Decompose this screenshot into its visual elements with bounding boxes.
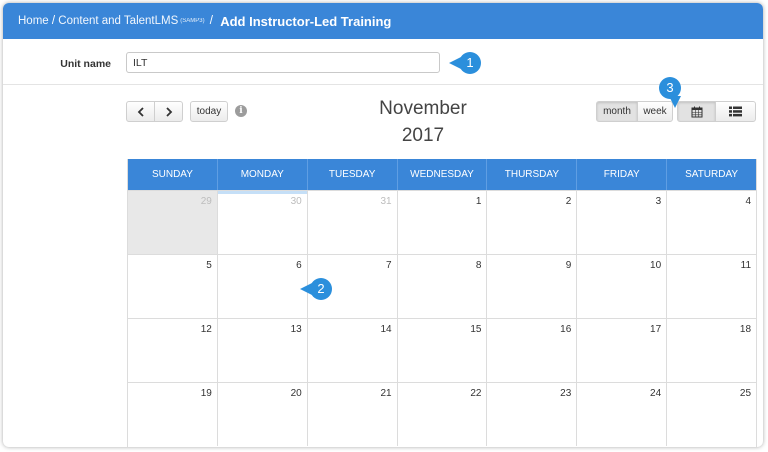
breadcrumb-separator: / — [206, 15, 217, 27]
page-title: Add Instructor-Led Training — [220, 13, 392, 29]
calendar-title: November 2017 — [373, 95, 473, 149]
callout-2: 2 — [300, 278, 332, 300]
calendar-day[interactable]: 15 — [398, 319, 488, 382]
info-icon[interactable]: i — [235, 105, 247, 117]
prev-month-button[interactable] — [126, 101, 155, 122]
calendar-day[interactable]: 10 — [577, 255, 668, 318]
calendar-day[interactable]: 8 — [398, 255, 488, 318]
unit-name-input[interactable] — [126, 52, 440, 73]
weekday-friday: FRIDAY — [577, 159, 668, 190]
weekday-sunday: SUNDAY — [128, 159, 218, 190]
calendar-day[interactable]: 16 — [487, 319, 578, 382]
calendar-day[interactable]: 31 — [308, 191, 398, 254]
calendar-week: 5 6 7 8 9 10 11 — [128, 254, 756, 318]
calendar-day[interactable]: 19 — [128, 383, 218, 446]
calendar-view-button[interactable] — [677, 101, 716, 122]
weekday-tuesday: TUESDAY — [308, 159, 398, 190]
next-month-button[interactable] — [154, 101, 183, 122]
chevron-right-icon — [165, 106, 172, 117]
calendar-day[interactable]: 29 — [128, 191, 218, 254]
calendar-day[interactable]: 17 — [577, 319, 668, 382]
calendar-day[interactable]: 30 — [217, 191, 308, 254]
calendar-day[interactable]: 22 — [398, 383, 488, 446]
unit-name-row: Unit name — [3, 39, 763, 85]
calendar-title-month: November — [379, 98, 467, 119]
calendar-title-year: 2017 — [401, 125, 445, 146]
calendar-day[interactable]: 20 — [218, 383, 308, 446]
calendar-day[interactable]: 4 — [667, 191, 756, 254]
breadcrumb-course[interactable]: Content and TalentLMS — [58, 15, 178, 27]
app-window: Home / Content and TalentLMS (SAMP3) / A… — [3, 3, 763, 447]
calendar-day[interactable]: 21 — [308, 383, 398, 446]
week-view-button[interactable]: week — [637, 101, 673, 122]
today-button[interactable]: today — [190, 101, 228, 122]
calendar-day[interactable]: 25 — [667, 383, 756, 446]
calendar-day[interactable]: 24 — [577, 383, 668, 446]
calendar-day[interactable]: 12 — [128, 319, 218, 382]
calendar-day[interactable]: 13 — [218, 319, 308, 382]
chevron-left-icon — [137, 106, 144, 117]
calendar-day[interactable]: 23 — [487, 383, 578, 446]
calendar-day[interactable]: 11 — [667, 255, 756, 318]
calendar-week: 12 13 14 15 16 17 18 — [128, 318, 756, 382]
month-calendar: SUNDAY MONDAY TUESDAY WEDNESDAY THURSDAY… — [127, 159, 757, 447]
weekday-thursday: THURSDAY — [487, 159, 578, 190]
calendar-day[interactable]: 1 — [398, 191, 488, 254]
weekday-header: SUNDAY MONDAY TUESDAY WEDNESDAY THURSDAY… — [128, 159, 756, 190]
breadcrumb-home[interactable]: Home — [18, 15, 49, 27]
weekday-monday: MONDAY — [218, 159, 308, 190]
calendar-week: 29 30 31 1 2 3 4 — [128, 190, 756, 254]
calendar-day[interactable]: 14 — [308, 319, 398, 382]
weekday-wednesday: WEDNESDAY — [398, 159, 488, 190]
month-view-button[interactable]: month — [596, 101, 638, 122]
calendar-day[interactable]: 5 — [128, 255, 218, 318]
calendar-day[interactable]: 18 — [667, 319, 756, 382]
callout-3: 3 — [659, 77, 681, 108]
breadcrumb: Home / Content and TalentLMS (SAMP3) / A… — [3, 3, 763, 39]
callout-1: 1 — [449, 52, 481, 74]
unit-name-label: Unit name — [60, 58, 111, 70]
list-icon — [729, 106, 742, 117]
calendar-icon — [691, 106, 702, 117]
calendar-day[interactable]: 2 — [487, 191, 578, 254]
calendar-day[interactable]: 3 — [577, 191, 668, 254]
calendar-week: 19 20 21 22 23 24 25 — [128, 382, 756, 446]
weekday-saturday: SATURDAY — [685, 169, 739, 180]
breadcrumb-separator: / — [48, 15, 59, 27]
calendar-day[interactable]: 9 — [487, 255, 578, 318]
calendar-day[interactable]: 6 — [218, 255, 308, 318]
list-view-button[interactable] — [715, 101, 756, 122]
breadcrumb-course-code: (SAMP3) — [180, 18, 205, 24]
